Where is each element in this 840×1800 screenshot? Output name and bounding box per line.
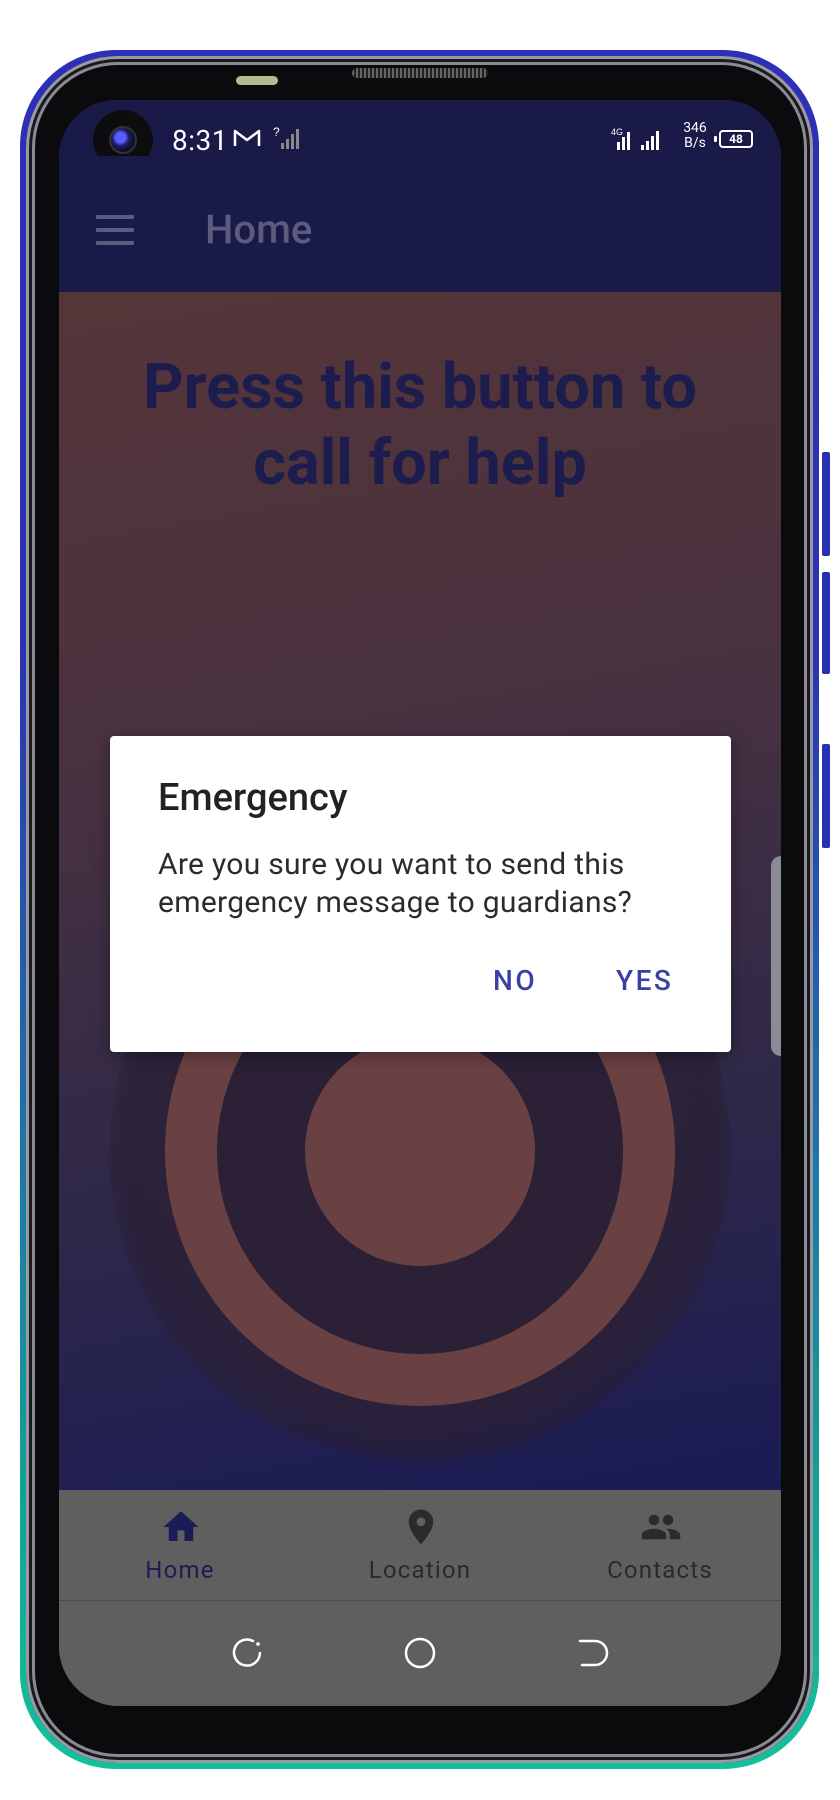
screen: 8:31 ? 4G 346 B/s 48 Home Press this but… (59, 100, 781, 1706)
sos-ring-inner (305, 1036, 535, 1266)
location-pin-icon (408, 1509, 434, 1545)
phone-side-button (822, 572, 830, 674)
page-title: Home (205, 206, 313, 253)
dialog-title: Emergency (158, 776, 348, 820)
system-navigation-bar (59, 1601, 781, 1706)
hamburger-menu-icon[interactable] (96, 215, 134, 245)
nav-item-location[interactable]: Location (300, 1490, 540, 1600)
bottom-navigation: Home Location Contacts (59, 1490, 781, 1601)
network-speed: 346 B/s (679, 121, 711, 151)
phone-side-button (822, 452, 830, 556)
status-time: 8:31 (172, 124, 228, 157)
proximity-sensor (236, 76, 278, 85)
battery-tip (714, 136, 717, 142)
signal-strength-icon: 4G (611, 127, 659, 150)
status-bar: 8:31 ? 4G 346 B/s 48 (59, 100, 781, 170)
contacts-icon (641, 1514, 681, 1540)
network-speed-unit: B/s (684, 135, 706, 151)
signal-unknown-icon: ? (273, 125, 299, 149)
gmail-icon (233, 129, 261, 146)
nav-item-home[interactable]: Home (60, 1490, 300, 1600)
home-circle-icon[interactable] (402, 1635, 438, 1671)
phone-side-button (822, 744, 830, 848)
nav-label-home: Home (145, 1556, 215, 1584)
nav-label-location: Location (368, 1556, 472, 1584)
home-icon (163, 1511, 199, 1541)
nav-item-contacts[interactable]: Contacts (540, 1490, 780, 1600)
edge-panel-handle[interactable] (771, 856, 781, 1056)
no-button[interactable]: NO (493, 964, 537, 997)
yes-button[interactable]: YES (616, 964, 673, 997)
emergency-dialog: Emergency Are you sure you want to send … (110, 736, 731, 1052)
svg-text:?: ? (273, 125, 280, 139)
svg-text:4G: 4G (611, 127, 623, 137)
recent-apps-icon[interactable] (229, 1635, 265, 1671)
nav-label-contacts: Contacts (607, 1556, 713, 1584)
app-bar: Home (59, 156, 781, 292)
battery-level: 48 (729, 132, 743, 146)
help-headline: Press this button to call for help (143, 351, 697, 500)
back-icon[interactable] (575, 1635, 611, 1671)
dialog-message: Are you sure you want to send this emerg… (158, 847, 633, 920)
network-speed-value: 346 (683, 120, 707, 136)
earpiece-speaker (352, 68, 488, 78)
